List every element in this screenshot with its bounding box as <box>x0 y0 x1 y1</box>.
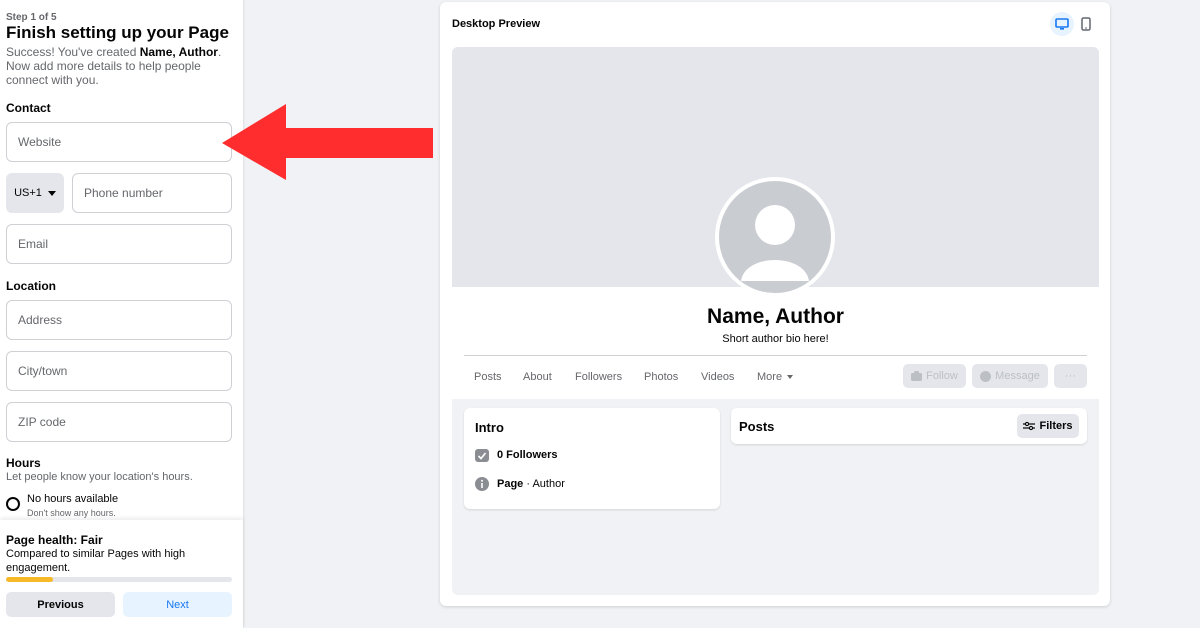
chevron-down-icon <box>47 190 56 196</box>
tab-videos[interactable]: Videos <box>701 371 734 383</box>
follow-label: Follow <box>926 370 958 382</box>
more-actions-button[interactable]: ··· <box>1054 364 1087 388</box>
chevron-down-icon <box>787 375 794 379</box>
tabs-divider <box>464 355 1087 356</box>
phone-placeholder: Phone number <box>84 186 163 200</box>
panel-subtitle: Success! You've created Name, Author. No… <box>6 45 222 87</box>
country-code-value: US+1 <box>14 187 42 199</box>
posts-card: Posts Filters <box>731 408 1087 444</box>
tab-photos[interactable]: Photos <box>644 371 678 383</box>
info-icon <box>475 477 489 491</box>
country-code-select[interactable]: US+1 <box>6 173 64 213</box>
follow-icon <box>911 371 923 381</box>
followers-check-icon <box>475 449 489 462</box>
website-placeholder: Website <box>18 135 62 149</box>
page-health-title: Page health: Fair <box>6 533 103 547</box>
page-health-progress-fill <box>6 577 54 582</box>
tab-posts[interactable]: Posts <box>474 371 502 383</box>
filters-icon <box>1023 421 1036 431</box>
website-input[interactable]: Website <box>6 122 232 162</box>
preview-title: Desktop Preview <box>452 18 541 30</box>
followers-count: 0 Followers <box>497 449 558 461</box>
hours-heading: Hours <box>6 456 41 470</box>
no-hours-subtitle: Don't show any hours. <box>27 508 116 518</box>
page-health-footer: Page health: Fair Compared to similar Pa… <box>0 520 243 628</box>
setup-panel: Step 1 of 5 Finish setting up your Page … <box>0 0 243 628</box>
posts-title: Posts <box>739 419 775 434</box>
email-placeholder: Email <box>18 237 49 251</box>
contact-heading: Contact <box>6 101 51 115</box>
next-button[interactable]: Next <box>123 592 232 617</box>
no-hours-label: No hours available <box>27 493 119 505</box>
city-input[interactable]: City/town <box>6 351 232 391</box>
tab-followers[interactable]: Followers <box>575 371 622 383</box>
messenger-icon <box>980 370 992 382</box>
follow-button[interactable]: Follow <box>903 364 966 388</box>
page-name: Name, Author <box>707 305 844 328</box>
filters-button[interactable]: Filters <box>1017 414 1079 438</box>
page-health-progress <box>6 577 232 582</box>
no-hours-radio[interactable] <box>6 497 20 511</box>
tab-more[interactable]: More <box>757 371 794 383</box>
mobile-view-button[interactable] <box>1074 12 1098 36</box>
zip-input[interactable]: ZIP code <box>6 402 232 442</box>
red-arrow-annotation <box>222 104 433 180</box>
desktop-view-button[interactable] <box>1050 12 1074 36</box>
intro-title: Intro <box>475 420 504 435</box>
previous-button[interactable]: Previous <box>6 592 115 617</box>
page-category-row: Page · Author <box>475 477 565 491</box>
message-button[interactable]: Message <box>972 364 1048 388</box>
email-input[interactable]: Email <box>6 224 232 264</box>
desktop-icon <box>1055 18 1069 30</box>
intro-card: Intro 0 Followers Page · Author <box>464 408 720 509</box>
mobile-icon <box>1081 17 1091 31</box>
hours-subtitle: Let people know your location's hours. <box>6 471 193 483</box>
page-health-subtitle: Compared to similar Pages with high enga… <box>6 548 186 574</box>
location-heading: Location <box>6 279 56 293</box>
step-indicator: Step 1 of 5 <box>6 12 57 23</box>
page-category: Page · Author <box>497 478 565 490</box>
address-placeholder: Address <box>18 313 63 327</box>
panel-title: Finish setting up your Page <box>6 23 229 42</box>
zip-placeholder: ZIP code <box>18 415 66 429</box>
address-input[interactable]: Address <box>6 300 232 340</box>
default-avatar-icon <box>741 205 809 281</box>
message-label: Message <box>995 370 1040 382</box>
filters-label: Filters <box>1039 420 1073 432</box>
city-placeholder: City/town <box>18 364 68 378</box>
tab-more-label: More <box>757 371 783 383</box>
page-bio: Short author bio here! <box>722 333 829 345</box>
followers-row: 0 Followers <box>475 448 558 462</box>
tab-about[interactable]: About <box>523 371 552 383</box>
phone-input[interactable]: Phone number <box>72 173 232 213</box>
desktop-preview-card: Desktop Preview Name, Author Short autho… <box>440 2 1110 606</box>
page-preview-canvas: Name, Author Short author bio here! Post… <box>452 47 1099 595</box>
avatar <box>715 177 835 297</box>
